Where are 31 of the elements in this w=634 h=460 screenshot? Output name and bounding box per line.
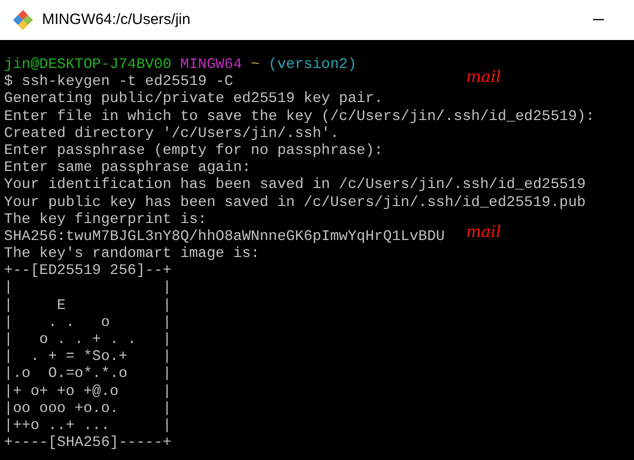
handwritten-annotation: mail: [466, 222, 501, 240]
terminal-line: Created directory '/c/Users/jin/.ssh'.: [4, 126, 339, 142]
terminal-line: Enter passphrase (empty for no passphrase):: [4, 142, 383, 159]
window-title: MINGW64:/c/Users/jin: [42, 10, 190, 30]
terminal-line: |oo ooo +o.o. |: [4, 400, 172, 417]
prompt-path: ~: [250, 57, 260, 74]
prompt-branch: (version2): [268, 57, 357, 74]
terminal-line: The key fingerprint is:: [4, 212, 207, 228]
minimize-icon: [592, 19, 604, 21]
terminal-line: | E |: [4, 298, 172, 314]
terminal-line: $ ssh-keygen -t ed25519 -C: [4, 74, 234, 90]
handwritten-annotation: mail: [466, 68, 501, 86]
terminal-line: SHA256:twuM7BJGL3nY8Q/hhO8aWNnneGK6pImwYqHrQ1LvBDU: [4, 228, 445, 245]
terminal-line: The key's randomart image is:: [4, 246, 260, 262]
terminal-line: | . + = *So.+ |: [4, 349, 172, 366]
terminal-line: Your identification has been saved in /c/Users/jin/.ssh/id_ed25519: [4, 177, 586, 194]
terminal-line: |+ o+ +o +@.o |: [4, 384, 172, 400]
terminal-line: Generating public/private ed25519 key pair.: [4, 91, 383, 108]
terminal-line: | o . . + . . |: [4, 332, 172, 348]
terminal-line: | |: [4, 280, 172, 296]
terminal-line: |++o ..+ ... |: [4, 418, 172, 434]
terminal-line: +--[ED25519 256]--+: [4, 263, 172, 280]
terminal-line: +----[SHA256]-----+: [4, 435, 172, 452]
terminal-line: Enter same passphrase again:: [4, 160, 251, 176]
terminal-line: Your public key has been saved in /c/Users/jin/.ssh/id_ed25519.pub: [4, 194, 586, 211]
terminal-line: | . . o |: [4, 314, 172, 331]
terminal-line: |.o O.=o*.*.o |: [4, 366, 172, 382]
diamond-logo-icon: [12, 9, 34, 31]
terminal-line: Enter file in which to save the key (/c/Users/jin/.ssh/id_ed25519):: [4, 108, 595, 125]
prompt-system: MINGW64: [180, 57, 242, 74]
prompt-user-host: jin@DESKTOP-J74BV00: [4, 57, 172, 74]
